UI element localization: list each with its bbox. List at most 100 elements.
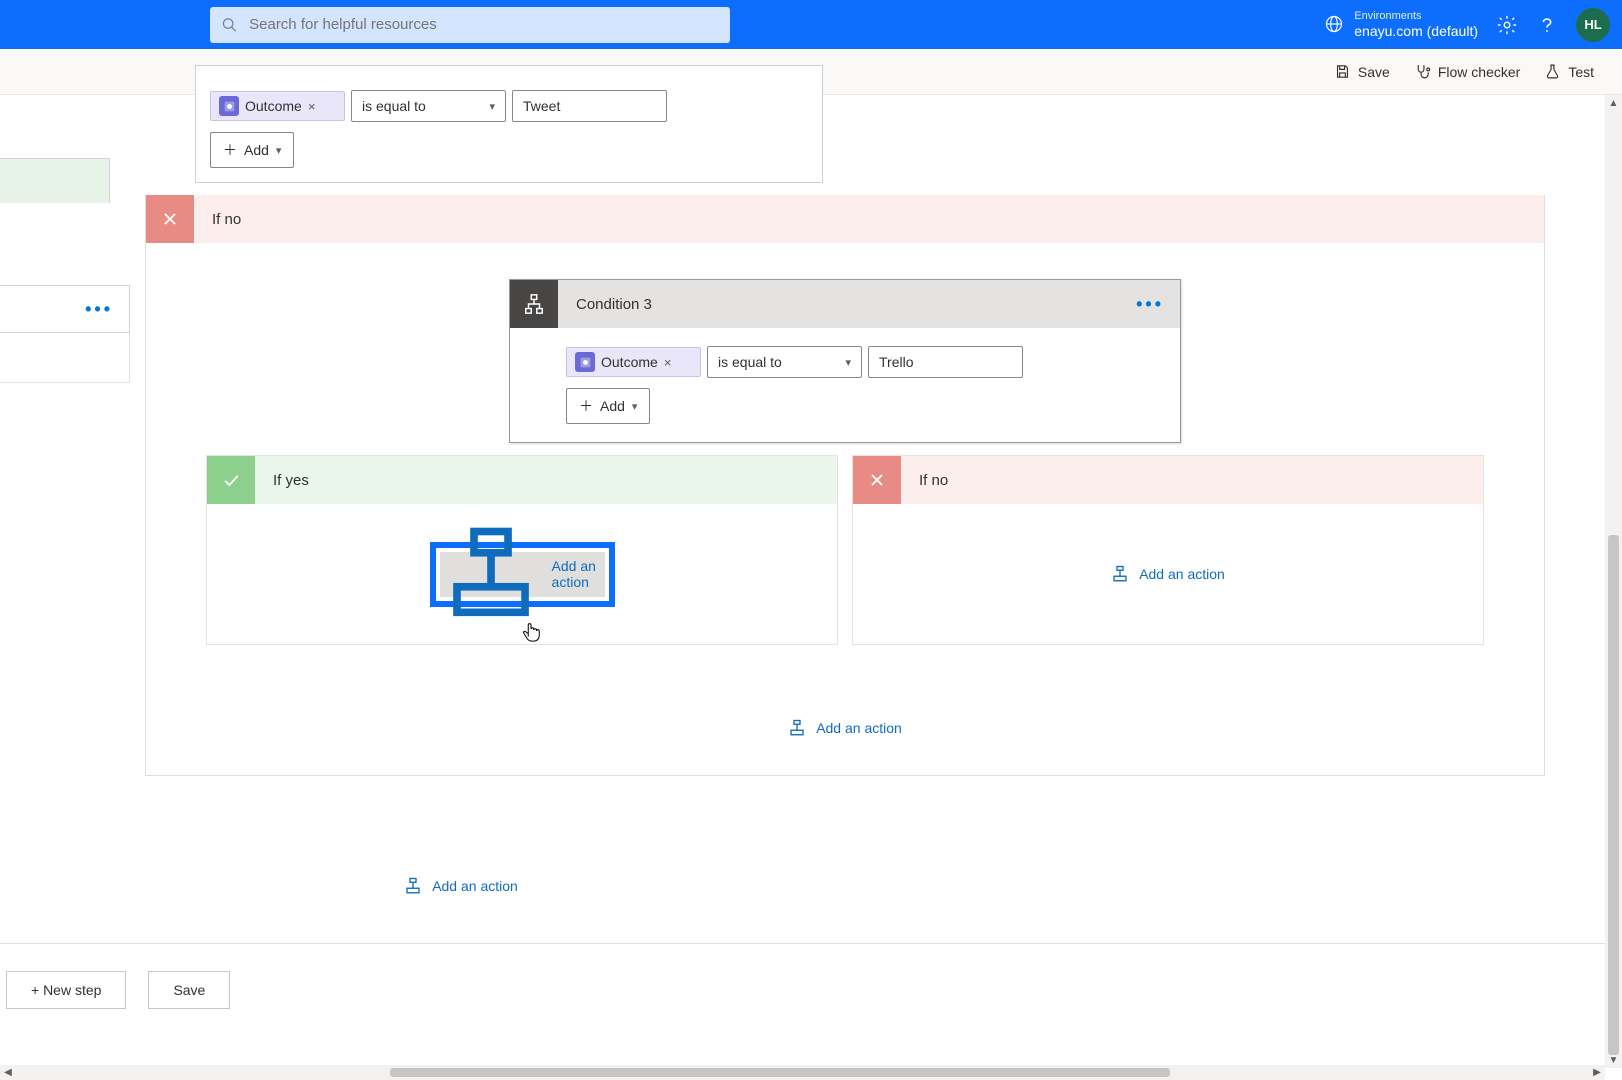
- token-remove[interactable]: ×: [308, 99, 316, 114]
- scroll-thumb-h[interactable]: [390, 1068, 1170, 1077]
- cropped-yes-branch: [0, 158, 110, 203]
- outcome-token[interactable]: Outcome ×: [566, 347, 701, 377]
- plus-icon: ＋: [223, 140, 237, 160]
- x-badge: [853, 456, 901, 504]
- top-bar: Environments enayu.com (default) HL: [0, 0, 1622, 49]
- scroll-up-arrow[interactable]: ▲: [1605, 95, 1622, 111]
- add-action-icon: [788, 719, 806, 737]
- new-step-button[interactable]: + New step: [6, 971, 126, 1009]
- upper-condition-card: Outcome × is equal to ▾ Tweet ＋ Add ▾: [195, 65, 823, 183]
- horizontal-scrollbar[interactable]: ◀ ▶: [0, 1065, 1605, 1080]
- condition-value-text: Trello: [879, 354, 914, 370]
- chevron-down-icon: ▾: [489, 100, 495, 113]
- test-button[interactable]: Test: [1544, 63, 1594, 80]
- save-icon: [1334, 63, 1351, 80]
- if-no-label-inner: If no: [919, 472, 948, 489]
- scroll-thumb-v[interactable]: [1608, 535, 1619, 1055]
- save-label: Save: [1358, 64, 1390, 80]
- gear-icon: [1496, 14, 1518, 36]
- check-badge: [207, 456, 255, 504]
- operator-text: is equal to: [362, 98, 426, 114]
- flow-checker-label: Flow checker: [1438, 64, 1520, 80]
- add-condition-button[interactable]: ＋ Add ▾: [566, 388, 650, 424]
- environment-icon: [1324, 14, 1344, 34]
- condition-3-card[interactable]: Condition 3 ••• Outcome × is equal to ▾: [509, 279, 1181, 443]
- cropped-action-card[interactable]: •••: [0, 285, 130, 333]
- add-action-highlighted[interactable]: Add an action: [430, 542, 615, 607]
- if-yes-header: If yes: [207, 456, 837, 504]
- add-action-icon: [440, 523, 542, 625]
- vertical-scrollbar[interactable]: ▲ ▼: [1605, 95, 1622, 1068]
- scroll-down-arrow[interactable]: ▼: [1605, 1052, 1622, 1068]
- flow-checker-button[interactable]: Flow checker: [1414, 63, 1520, 80]
- card-menu[interactable]: •••: [1136, 294, 1164, 315]
- settings-button[interactable]: [1496, 14, 1518, 36]
- if-yes-label: If yes: [273, 472, 309, 489]
- if-no-header-inner: If no: [853, 456, 1483, 504]
- if-no-header: If no: [146, 195, 1544, 243]
- search-icon: [222, 17, 237, 33]
- save-button[interactable]: Save: [1334, 63, 1390, 80]
- condition-branches: If yes Add an action: [206, 455, 1484, 645]
- footer-save-button[interactable]: Save: [148, 971, 230, 1009]
- add-action-button[interactable]: Add an action: [1111, 565, 1225, 583]
- token-icon: [219, 96, 239, 116]
- test-label: Test: [1568, 64, 1594, 80]
- search-box[interactable]: [210, 7, 730, 43]
- condition-value-input[interactable]: Tweet: [512, 90, 667, 122]
- x-icon: [867, 470, 887, 490]
- outer-add-action-row: Add an action: [0, 877, 1622, 895]
- add-action-label: Add an action: [1139, 566, 1225, 582]
- add-label: Add: [600, 398, 625, 414]
- token-icon: [575, 352, 595, 372]
- condition-value-text: Tweet: [523, 98, 560, 114]
- outer-if-no-container: If no Condition 3 ••• Outcome: [145, 195, 1545, 776]
- token-remove[interactable]: ×: [664, 355, 672, 370]
- scroll-right-arrow[interactable]: ▶: [1589, 1065, 1605, 1080]
- add-action-label: Add an action: [432, 878, 518, 894]
- operator-text: is equal to: [718, 354, 782, 370]
- avatar[interactable]: HL: [1576, 8, 1610, 42]
- add-action-center: Add an action: [146, 719, 1544, 737]
- environment-label: Environments: [1354, 10, 1478, 23]
- token-label: Outcome: [245, 98, 302, 114]
- condition-title: Condition 3: [576, 296, 652, 313]
- chevron-down-icon: ▾: [845, 356, 851, 369]
- add-label: Add: [244, 142, 269, 158]
- outcome-token[interactable]: Outcome ×: [210, 91, 345, 121]
- designer-footer: + New step Save: [0, 943, 1622, 1035]
- add-action-label: Add an action: [816, 720, 902, 736]
- condition-icon: [523, 293, 545, 315]
- scroll-left-arrow[interactable]: ◀: [0, 1065, 16, 1080]
- ellipsis-icon[interactable]: •••: [85, 299, 113, 320]
- check-icon: [221, 470, 241, 490]
- if-no-branch: If no Add an action: [852, 455, 1484, 645]
- add-action-icon: [1111, 565, 1129, 583]
- x-icon: [160, 209, 180, 229]
- add-action-label: Add an action: [552, 558, 605, 590]
- token-label: Outcome: [601, 354, 658, 370]
- condition-value-input[interactable]: Trello: [868, 346, 1023, 378]
- add-action-icon: [404, 877, 422, 895]
- flask-icon: [1544, 63, 1561, 80]
- chevron-down-icon: ▾: [632, 400, 638, 413]
- if-yes-branch: If yes Add an action: [206, 455, 838, 645]
- environment-value: enayu.com (default): [1354, 23, 1478, 39]
- environment-picker[interactable]: Environments enayu.com (default): [1324, 10, 1478, 39]
- if-no-label: If no: [212, 211, 241, 228]
- operator-select[interactable]: is equal to ▾: [351, 90, 506, 122]
- condition-icon-box: [510, 280, 558, 328]
- x-badge: [146, 195, 194, 243]
- stethoscope-icon: [1414, 63, 1431, 80]
- top-right-cluster: Environments enayu.com (default) HL: [1324, 0, 1610, 49]
- flow-canvas[interactable]: Outcome × is equal to ▾ Tweet ＋ Add ▾ ••…: [0, 95, 1622, 1080]
- operator-select[interactable]: is equal to ▾: [707, 346, 862, 378]
- chevron-down-icon: ▾: [276, 144, 282, 157]
- search-input[interactable]: [249, 16, 718, 33]
- question-icon: [1536, 14, 1558, 36]
- condition-card-header[interactable]: Condition 3 •••: [510, 280, 1180, 328]
- add-condition-button[interactable]: ＋ Add ▾: [210, 132, 294, 168]
- add-action-button[interactable]: Add an action: [404, 877, 518, 895]
- help-button[interactable]: [1536, 14, 1558, 36]
- add-action-button[interactable]: Add an action: [788, 719, 902, 737]
